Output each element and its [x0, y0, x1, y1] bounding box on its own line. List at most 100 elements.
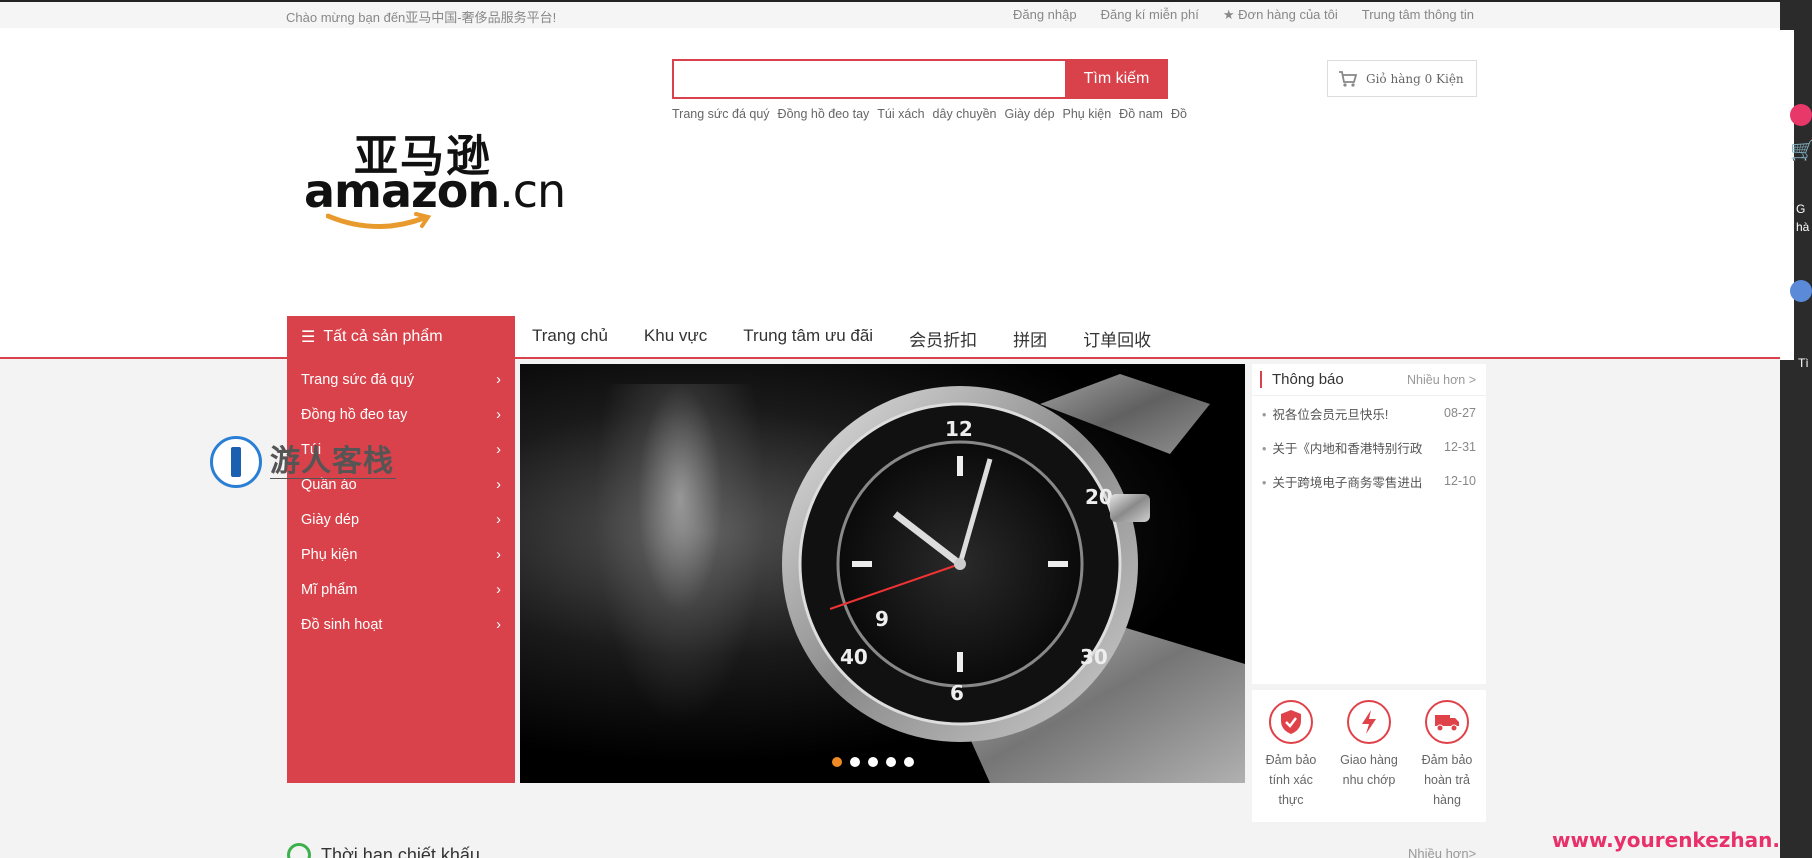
category-item[interactable]: Đồ sinh hoạt › — [287, 607, 515, 642]
hot-word[interactable]: Trang sức đá quý — [672, 107, 770, 121]
discount-section-title: Thời hạn chiết khấu — [287, 843, 480, 858]
category-label: Mĩ phẩm — [301, 581, 358, 598]
svg-text:6: 6 — [950, 681, 964, 705]
category-label: Phụ kiện — [301, 546, 358, 563]
svg-text:20: 20 — [1085, 485, 1113, 509]
service-fast-delivery: Giao hàng nhu chớp — [1334, 700, 1404, 822]
service-label: Đảm bảo tính xác thực — [1265, 753, 1317, 807]
nav-region[interactable]: Khu vực — [644, 326, 707, 351]
notice-row[interactable]: 祝各位会员元旦快乐! 08-27 — [1252, 396, 1486, 430]
hot-word[interactable]: Giày dép — [1004, 107, 1054, 121]
notice-row[interactable]: 关于跨境电子商务零售进出 12-10 — [1252, 464, 1486, 498]
chevron-right-icon: › — [496, 476, 501, 493]
category-sidebar: Trang sức đá quý › Đồng hồ đeo tay › Túi › … — [287, 359, 515, 783]
nav-deals[interactable]: Trung tâm ưu đãi — [743, 326, 873, 351]
watermark-logo: 游人客栈 — [210, 434, 410, 490]
category-label: Giày dép — [301, 511, 360, 528]
nav-home[interactable]: Trang chủ — [532, 326, 608, 351]
banner-dot[interactable] — [850, 757, 860, 767]
menu-icon: ☰ — [301, 329, 316, 346]
banner-pagination — [832, 757, 914, 767]
discount-more-link[interactable]: Nhiều hơn> — [1408, 846, 1476, 858]
login-link[interactable]: Đăng nhập — [1013, 7, 1077, 23]
logo-en-suffix: .cn — [499, 164, 566, 218]
hot-word[interactable]: dây chuyền — [933, 107, 997, 121]
category-item[interactable]: Giày dép › — [287, 502, 515, 537]
category-item[interactable]: Mĩ phẩm › — [287, 572, 515, 607]
service-return: Đảm bảo hoàn trả hàng — [1412, 700, 1482, 822]
nav-group-buy[interactable]: 拼团 — [1013, 326, 1047, 351]
info-center-link[interactable]: Trung tâm thông tin — [1362, 7, 1474, 23]
search-input[interactable] — [672, 59, 1065, 99]
search-bar: Tìm kiếm — [672, 59, 1168, 99]
category-label: Đồng hồ đeo tay — [301, 406, 408, 423]
top-bar: Chào mừng bạn đến亚马中国-奢侈品服务平台! Đăng nhập… — [0, 0, 1780, 28]
notice-more-link[interactable]: Nhiều hơn > — [1407, 373, 1476, 387]
logo-en-main: amazon — [304, 164, 500, 218]
watermark-icon — [210, 436, 262, 488]
banner-dot[interactable] — [832, 757, 842, 767]
notice-row[interactable]: 关于《内地和香港特别行政 12-31 — [1252, 430, 1486, 464]
notice-text: 关于《内地和香港特别行政 — [1262, 438, 1422, 457]
my-orders-link[interactable]: ★ Đơn hàng của tôi — [1223, 7, 1338, 23]
chevron-right-icon: › — [496, 406, 501, 423]
chevron-right-icon: › — [496, 441, 501, 458]
cart-button[interactable]: Giỏ hàng 0 Kiện — [1327, 60, 1477, 97]
hot-word[interactable]: Đồng hồ đeo tay — [778, 107, 870, 121]
right-sidebar: 🛒 G hà Tì — [1780, 0, 1812, 858]
smile-arrow-icon — [326, 212, 432, 230]
nav-divider — [0, 357, 1780, 359]
hot-word[interactable]: Phụ kiện — [1063, 107, 1112, 121]
chevron-right-icon: › — [496, 511, 501, 528]
banner-dot[interactable] — [886, 757, 896, 767]
service-guarantees: Đảm bảo tính xác thực Giao hàng nhu chớp… — [1252, 690, 1486, 822]
category-label: Đồ sinh hoạt — [301, 616, 383, 633]
side-cart-icon[interactable]: 🛒 — [1790, 138, 1812, 163]
watch-image: 12 9 6 20 30 40 — [782, 374, 1245, 783]
banner-dot[interactable] — [868, 757, 878, 767]
service-label: Đảm bảo hoàn trả hàng — [1421, 753, 1473, 807]
service-authentic: Đảm bảo tính xác thực — [1256, 700, 1326, 822]
banner-dot[interactable] — [904, 757, 914, 767]
cart-label: Giỏ hàng 0 Kiện — [1366, 71, 1464, 86]
notice-date: 08-27 — [1444, 406, 1476, 420]
logo-en: amazon.cn — [304, 164, 566, 218]
hot-word[interactable]: Túi xách — [877, 107, 924, 121]
clock-icon — [287, 843, 311, 858]
site-watermark: www.yourenkezhan.com — [1552, 828, 1812, 852]
search-button[interactable]: Tìm kiếm — [1065, 59, 1168, 99]
notice-text: 关于跨境电子商务零售进出 — [1262, 472, 1422, 491]
notice-date: 12-31 — [1444, 440, 1476, 454]
nav-order-recycle[interactable]: 订单回收 — [1083, 326, 1151, 351]
welcome-text: Chào mừng bạn đến亚马中国-奢侈品服务平台! — [286, 10, 557, 25]
user-icon[interactable] — [1790, 280, 1812, 302]
main-nav: Trang chủ Khu vực Trung tâm ưu đãi 会员折扣 … — [532, 326, 1151, 351]
svg-text:30: 30 — [1080, 645, 1108, 669]
svg-text:9: 9 — [875, 607, 889, 631]
register-link[interactable]: Đăng kí miễn phí — [1101, 7, 1199, 23]
service-label: Giao hàng nhu chớp — [1340, 753, 1398, 787]
category-item[interactable]: Đồng hồ đeo tay › — [287, 397, 515, 432]
notice-title: Thông báo — [1260, 371, 1344, 388]
all-products-button[interactable]: ☰ Tất cả sản phẩm — [287, 316, 515, 358]
shield-icon — [1269, 700, 1313, 744]
watermark-title: 游人客栈 — [270, 444, 394, 479]
side-label: Tì — [1798, 356, 1809, 370]
truck-icon — [1425, 700, 1469, 744]
chevron-right-icon: › — [496, 546, 501, 563]
category-item[interactable]: Phụ kiện › — [287, 537, 515, 572]
notification-badge[interactable] — [1790, 104, 1812, 126]
hot-word[interactable]: Đồ — [1171, 107, 1187, 121]
nav-member-discount[interactable]: 会员折扣 — [909, 326, 977, 351]
cart-icon — [1339, 70, 1358, 87]
notice-panel: Thông báo Nhiều hơn > 祝各位会员元旦快乐! 08-27 关于… — [1252, 364, 1486, 684]
category-label: Trang sức đá quý — [301, 371, 415, 388]
hot-word[interactable]: Đồ nam — [1119, 107, 1163, 121]
discount-title-text: Thời hạn chiết khấu — [321, 844, 480, 858]
amazon-logo[interactable]: 亚马逊 amazon.cn — [304, 120, 566, 232]
chevron-right-icon: › — [496, 371, 501, 388]
category-item[interactable]: Trang sức đá quý › — [287, 362, 515, 397]
side-cart-label: G hà — [1796, 202, 1810, 234]
hero-banner[interactable]: 12 9 6 20 30 40 — [520, 364, 1245, 783]
chevron-right-icon: › — [496, 616, 501, 633]
